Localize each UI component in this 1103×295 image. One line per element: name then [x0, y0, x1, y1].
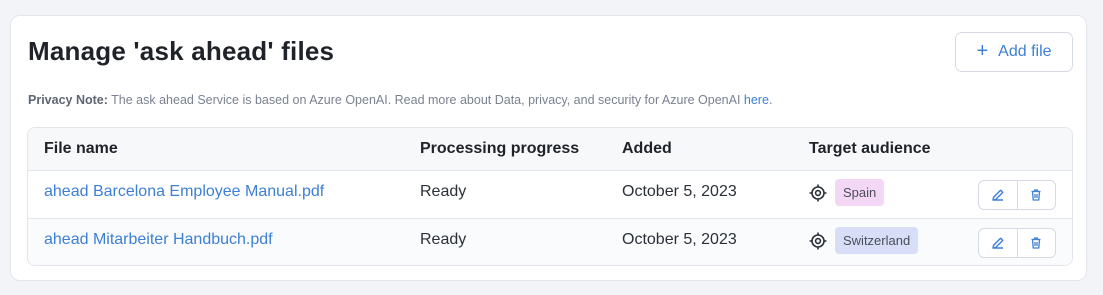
table-row: ahead Mitarbeiter Handbuch.pdf Ready Oct… — [28, 218, 1072, 265]
privacy-text: The ask ahead Service is based on Azure … — [107, 93, 744, 107]
header-file-name: File name — [44, 140, 118, 157]
page-title: Manage 'ask ahead' files — [28, 36, 335, 66]
delete-button[interactable] — [1016, 229, 1056, 257]
row-actions — [978, 180, 1056, 210]
target-audience: Spain — [809, 179, 885, 206]
edit-button[interactable] — [979, 181, 1017, 209]
table-header: File name Processing progress Added Targ… — [28, 128, 1072, 171]
header-processing-progress: Processing progress — [420, 140, 580, 157]
plus-icon: + — [976, 40, 989, 62]
target-icon — [809, 232, 827, 250]
files-table: File name Processing progress Added Targ… — [27, 127, 1073, 266]
file-link[interactable]: ahead Barcelona Employee Manual.pdf — [44, 183, 324, 201]
privacy-note: Privacy Note: The ask ahead Service is b… — [28, 93, 772, 107]
audience-badge: Switzerland — [835, 227, 919, 254]
processing-status: Ready — [420, 231, 467, 248]
processing-status: Ready — [420, 183, 467, 200]
file-link[interactable]: ahead Mitarbeiter Handbuch.pdf — [44, 231, 273, 249]
table-row: ahead Barcelona Employee Manual.pdf Read… — [28, 171, 1072, 218]
privacy-suffix: . — [768, 93, 773, 107]
pencil-icon — [992, 189, 1004, 201]
trash-icon — [1031, 189, 1041, 201]
target-icon — [809, 184, 827, 202]
add-file-button[interactable]: + Add file — [955, 32, 1073, 72]
header-target-audience: Target audience — [809, 140, 931, 157]
add-file-label: Add file — [998, 43, 1052, 60]
delete-button[interactable] — [1016, 181, 1056, 209]
privacy-label: Privacy Note: — [28, 93, 108, 107]
files-card: Manage 'ask ahead' files + Add file Priv… — [10, 15, 1087, 281]
audience-badge: Spain — [835, 179, 885, 206]
trash-icon — [1031, 237, 1041, 249]
row-actions — [978, 228, 1056, 258]
header-added: Added — [622, 140, 672, 157]
added-date: October 5, 2023 — [622, 183, 737, 200]
added-date: October 5, 2023 — [622, 231, 737, 248]
pencil-icon — [992, 237, 1004, 249]
target-audience: Switzerland — [809, 227, 919, 254]
privacy-link[interactable]: here — [744, 93, 769, 107]
edit-button[interactable] — [979, 229, 1017, 257]
